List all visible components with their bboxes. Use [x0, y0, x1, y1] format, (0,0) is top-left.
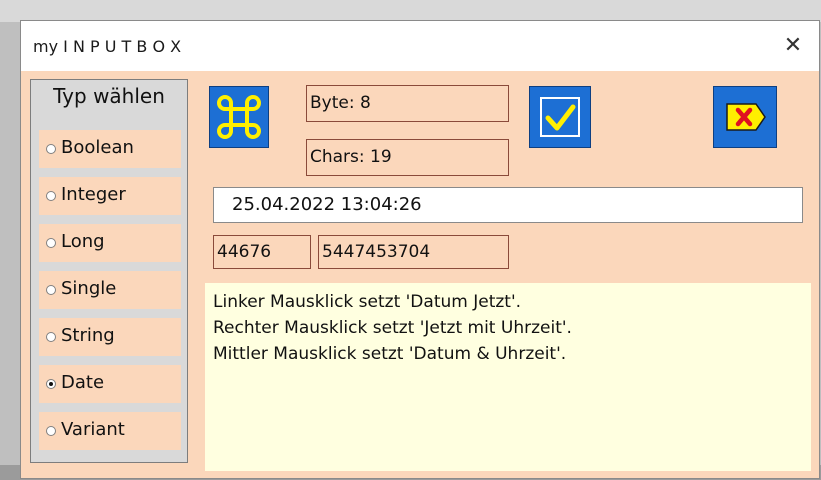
radio-boolean[interactable] [46, 144, 56, 154]
ok-button[interactable] [529, 86, 591, 148]
option-boolean[interactable]: Boolean [39, 130, 181, 168]
help-line: Mittler Mausklick setzt 'Datum & Uhrzeit… [213, 344, 567, 364]
type-select-heading: Typ wählen [53, 84, 165, 108]
cancel-button[interactable] [713, 86, 777, 148]
raw-value-field: 5447453704 [318, 235, 509, 269]
option-label: Single [61, 278, 117, 299]
close-button[interactable]: ✕ [775, 30, 811, 62]
radio-date[interactable] [46, 379, 56, 389]
option-label: String [61, 325, 115, 346]
radio-single[interactable] [46, 285, 56, 295]
checkmark-icon [540, 97, 580, 137]
option-long[interactable]: Long [39, 224, 181, 262]
command-icon [217, 95, 261, 139]
title-bar: my I N P U T B O X ✕ [21, 21, 819, 71]
radio-string[interactable] [46, 332, 56, 342]
chars-field: Chars: 19 [306, 139, 509, 176]
radio-long[interactable] [46, 238, 56, 248]
value-input[interactable]: 25.04.2022 13:04:26 [213, 187, 803, 223]
cancel-tag-icon [726, 103, 766, 131]
inputbox-dialog: my I N P U T B O X ✕ Typ wählen Boolean … [20, 20, 820, 479]
help-line: Rechter Mausklick setzt 'Jetzt mit Uhrze… [213, 318, 572, 338]
option-label: Boolean [61, 137, 134, 158]
option-string[interactable]: String [39, 318, 181, 356]
radio-integer[interactable] [46, 191, 56, 201]
window-title: my I N P U T B O X [33, 37, 182, 56]
option-label: Variant [61, 419, 125, 440]
byte-field: Byte: 8 [306, 85, 509, 122]
radio-variant[interactable] [46, 426, 56, 436]
option-date[interactable]: Date [39, 365, 181, 403]
option-single[interactable]: Single [39, 271, 181, 309]
option-label: Long [61, 231, 105, 252]
background-window-strip [0, 0, 821, 22]
type-select-frame: Typ wählen Boolean Integer Long Single S… [30, 79, 188, 463]
command-button[interactable] [209, 86, 269, 148]
help-text-box: Linker Mausklick setzt 'Datum Jetzt'. Re… [205, 283, 811, 471]
serial-number-field: 44676 [213, 235, 311, 269]
option-label: Integer [61, 184, 126, 205]
option-integer[interactable]: Integer [39, 177, 181, 215]
help-line: Linker Mausklick setzt 'Datum Jetzt'. [213, 292, 522, 312]
option-variant[interactable]: Variant [39, 412, 181, 450]
option-label: Date [61, 372, 105, 393]
